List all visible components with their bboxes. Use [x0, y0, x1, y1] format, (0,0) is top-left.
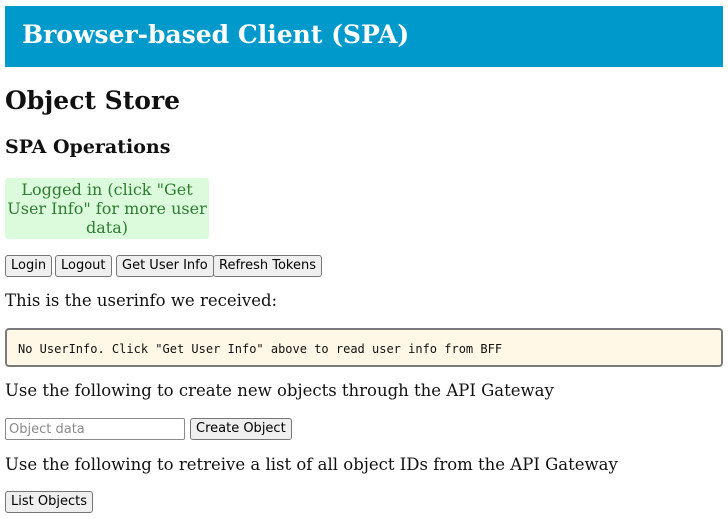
- create-object-button[interactable]: Create Object: [190, 418, 292, 440]
- get-user-info-button[interactable]: Get User Info: [116, 255, 214, 277]
- userinfo-intro: This is the userinfo we received:: [5, 291, 278, 310]
- create-intro: Use the following to create new objects …: [5, 381, 554, 400]
- status-line-1: Logged in (click "Get: [21, 180, 193, 199]
- status-line-3: data): [86, 218, 128, 237]
- app-header: Browser-based Client (SPA): [5, 6, 723, 67]
- userinfo-content: No UserInfo. Click "Get User Info" above…: [18, 342, 503, 356]
- section-title: SPA Operations: [5, 136, 171, 158]
- object-data-input[interactable]: [5, 418, 185, 440]
- refresh-tokens-button[interactable]: Refresh Tokens: [213, 255, 322, 277]
- login-status-badge: Logged in (click "Get User Info" for mor…: [5, 178, 209, 239]
- list-objects-button[interactable]: List Objects: [5, 491, 93, 513]
- logout-button[interactable]: Logout: [55, 255, 112, 277]
- userinfo-display: No UserInfo. Click "Get User Info" above…: [5, 328, 723, 367]
- app-title: Browser-based Client (SPA): [22, 20, 410, 49]
- page-title: Object Store: [5, 86, 181, 115]
- status-line-2: User Info" for more user: [7, 199, 207, 218]
- login-button[interactable]: Login: [5, 255, 53, 277]
- list-intro: Use the following to retreive a list of …: [5, 455, 618, 474]
